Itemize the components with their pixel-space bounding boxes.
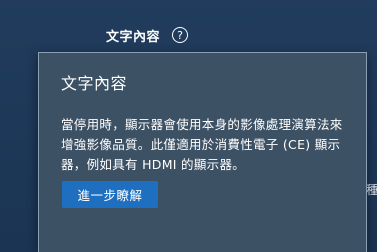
learn-more-button[interactable]: 進一步瞭解 (62, 181, 158, 208)
help-tooltip: 文字內容 當停用時，顯示器會使用本身的影像處理演算法來增強影像品質。此僅適用於消… (38, 52, 367, 252)
setting-label: 文字內容 (106, 29, 161, 45)
tooltip-title: 文字內容 (61, 74, 128, 93)
help-icon[interactable]: ? (172, 27, 189, 43)
tooltip-description: 當停用時，顯示器會使用本身的影像處理演算法來增強影像品質。此僅適用於消費性電子 … (61, 117, 343, 172)
setting-row-text-content: 文字內容 ? (106, 24, 189, 46)
partial-background-text: 種 (366, 183, 377, 197)
